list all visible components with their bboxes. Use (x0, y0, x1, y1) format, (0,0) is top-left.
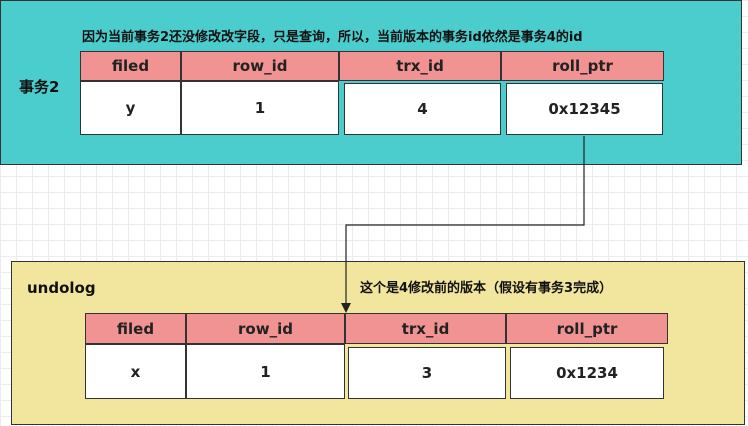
undo-value-filed: x (85, 344, 186, 399)
undo-header-trx-id: trx_id (345, 313, 506, 344)
trx-header-trx-id: trx_id (339, 51, 501, 81)
undo-value-row-id: 1 (186, 344, 345, 399)
transaction-note: 因为当前事务2还没修改改字段，只是查询，所以，当前版本的事务id依然是事务4的i… (82, 30, 583, 45)
trx-value-trx-id: 4 (344, 83, 501, 135)
transaction-label: 事务2 (19, 78, 60, 96)
undolog-note: 这个是4修改前的版本（假设有事务3完成） (360, 281, 613, 296)
undo-value-roll-ptr: 0x1234 (510, 347, 664, 399)
undo-header-filed: filed (85, 313, 186, 344)
trx-value-row-id: 1 (181, 81, 339, 135)
trx-header-roll-ptr: roll_ptr (501, 51, 664, 81)
undo-value-trx-id: 3 (348, 347, 506, 399)
trx-header-filed: filed (80, 51, 181, 81)
trx-header-row-id: row_id (181, 51, 339, 81)
trx-value-roll-ptr: 0x12345 (506, 83, 663, 135)
trx-value-filed: y (80, 81, 181, 135)
undolog-label: undolog (27, 279, 96, 297)
undo-header-roll-ptr: roll_ptr (506, 313, 668, 344)
undo-header-row-id: row_id (186, 313, 345, 344)
